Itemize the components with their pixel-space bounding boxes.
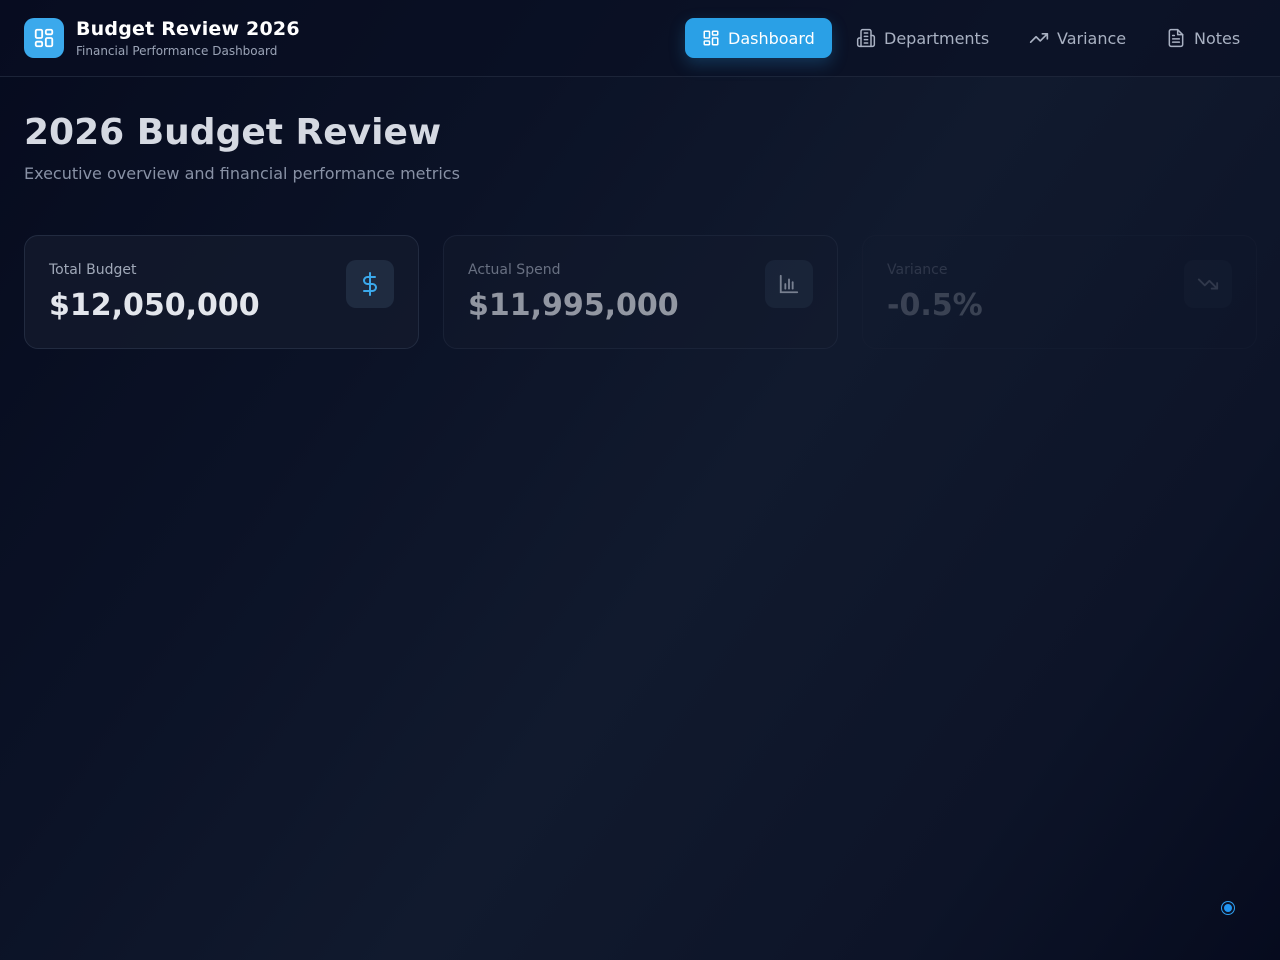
nav-dashboard-label: Dashboard <box>728 28 815 48</box>
kpi-card-actual-spend[interactable]: Actual Spend $11,995,000 <box>443 235 838 349</box>
trending-up-icon <box>1029 33 1049 44</box>
nav-notes-label: Notes <box>1194 28 1241 48</box>
building-icon <box>856 28 876 48</box>
dollar-icon <box>363 272 377 296</box>
app-title: Budget Review 2026 <box>76 18 300 40</box>
nav-notes[interactable]: Notes <box>1166 18 1240 58</box>
top-bar: Budget Review 2026 Financial Performance… <box>0 0 1280 77</box>
kpi-card-variance[interactable]: Variance -0.5% <box>862 235 1257 349</box>
nav-dashboard[interactable]: Dashboard <box>685 18 832 58</box>
kpi-value: $11,995,000 <box>468 288 679 323</box>
app-subtitle: Financial Performance Dashboard <box>76 44 278 58</box>
nav-variance-label: Variance <box>1057 28 1127 48</box>
page-subtitle: Executive overview and financial perform… <box>24 164 460 183</box>
document-icon <box>1168 28 1184 48</box>
kpi-value: $12,050,000 <box>49 288 260 323</box>
kpi-label: Actual Spend <box>468 262 561 278</box>
kpi-label: Total Budget <box>49 262 137 278</box>
kpi-icon-box <box>765 260 813 308</box>
grid-icon <box>34 28 54 48</box>
dashboard-icon <box>703 30 719 46</box>
nav-departments-label: Departments <box>884 28 990 48</box>
kpi-label: Variance <box>887 262 948 278</box>
bar-chart-icon <box>779 274 799 294</box>
kpi-icon-box <box>346 260 394 308</box>
nav-departments[interactable]: Departments <box>856 18 989 58</box>
kpi-icon-box <box>1184 260 1232 308</box>
page-title: 2026 Budget Review <box>24 112 442 153</box>
trending-down-icon <box>1197 278 1219 290</box>
app-logo[interactable] <box>24 18 64 58</box>
kpi-card-total-budget[interactable]: Total Budget $12,050,000 <box>24 235 419 349</box>
kpi-value: -0.5% <box>887 288 983 323</box>
nav-variance[interactable]: Variance <box>1029 18 1126 58</box>
status-indicator-dot[interactable] <box>1222 902 1234 914</box>
